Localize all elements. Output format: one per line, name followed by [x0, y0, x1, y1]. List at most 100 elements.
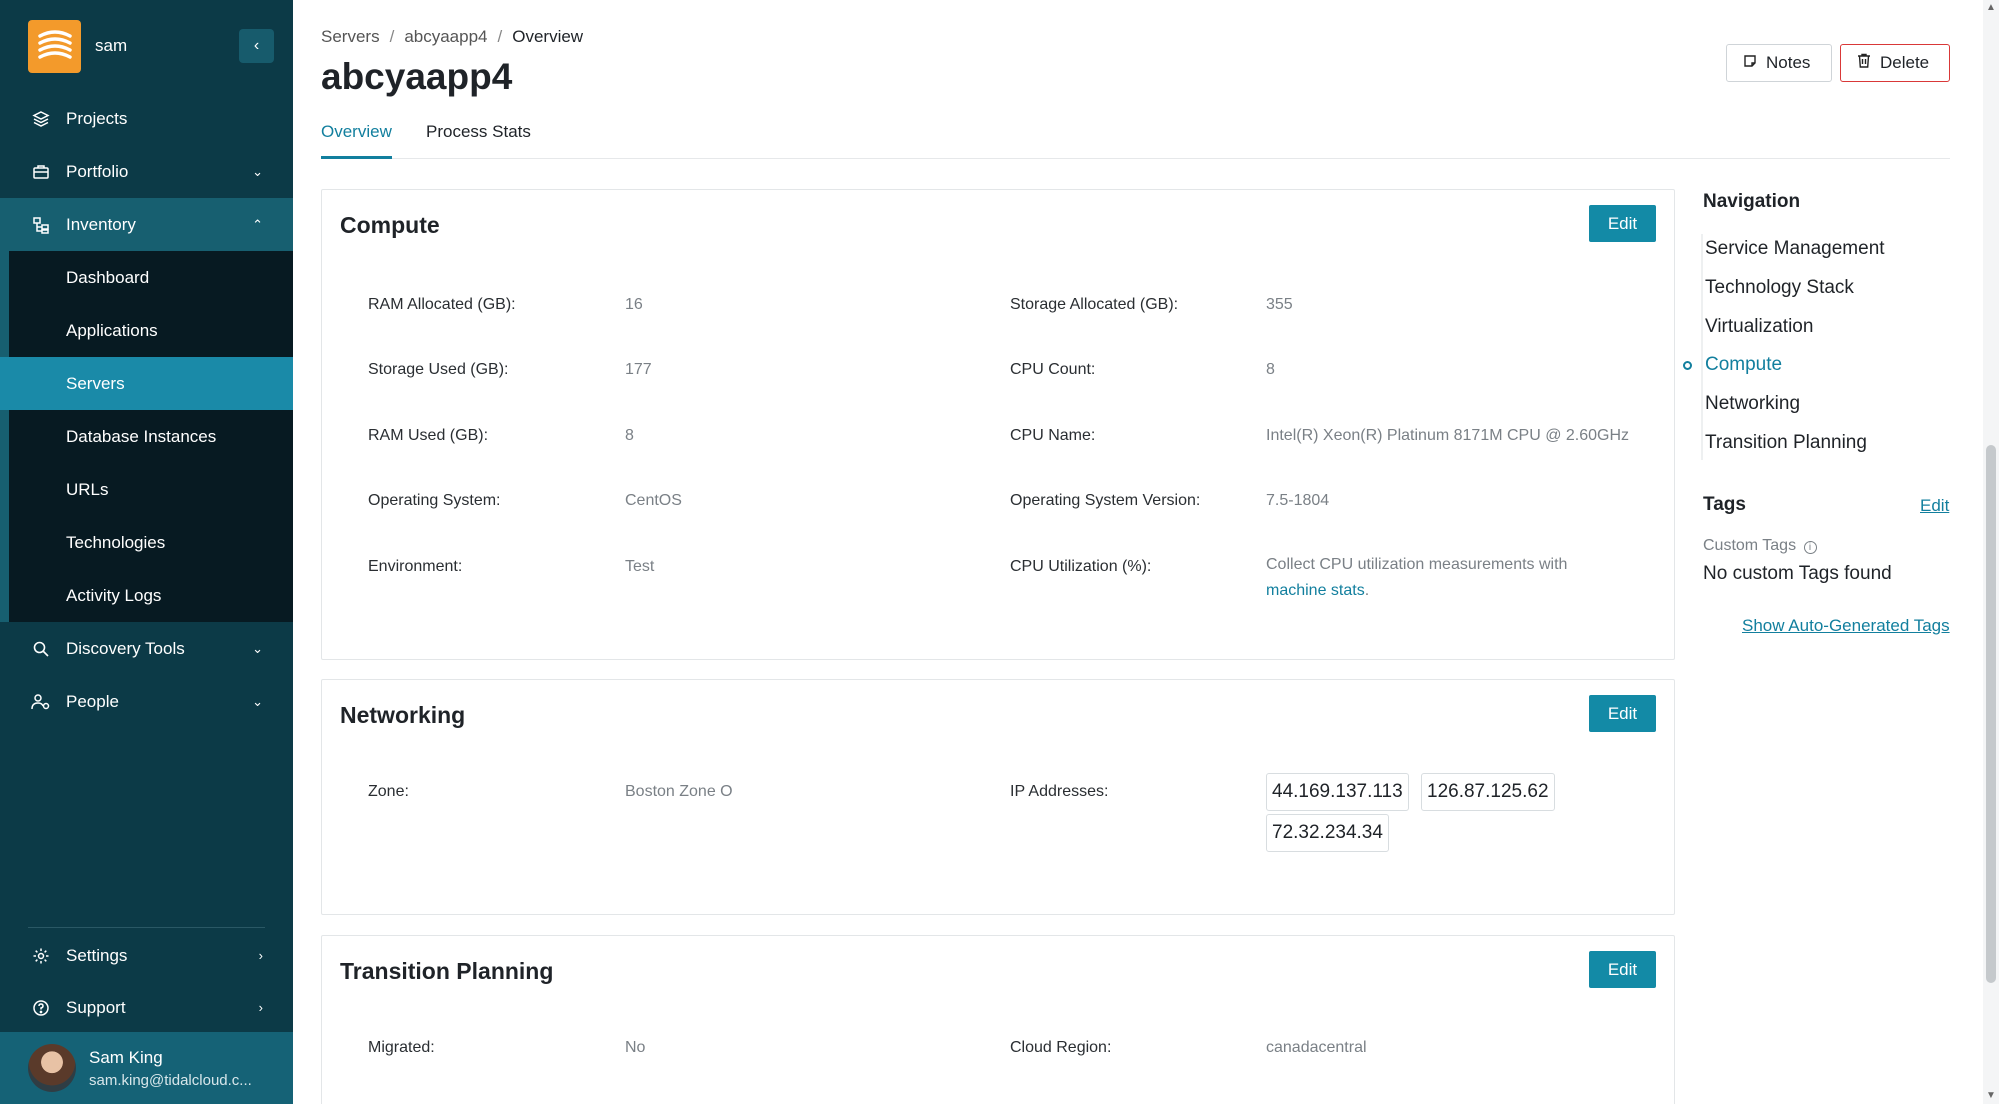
- sidebar-item-people[interactable]: People ⌄: [0, 675, 293, 728]
- field-label: Cloud Region:: [1010, 1039, 1112, 1056]
- org-name: sam: [95, 36, 128, 55]
- chevron-down-icon: ⌄: [252, 640, 263, 656]
- sidebar-item-label: Portfolio: [66, 161, 129, 181]
- main-content: Servers / abcyaapp4/Overview abcyaapp4 Not…: [293, 0, 1983, 1104]
- cloud-region-value: canadacentral: [1266, 1039, 1367, 1056]
- chevron-up-icon: ⌃: [252, 216, 263, 232]
- os-version-value: 7.5-1804: [1266, 492, 1330, 509]
- sidebar-header: sam ‹: [0, 0, 293, 92]
- gear-icon: [30, 947, 52, 965]
- layers-icon: [30, 110, 52, 128]
- scroll-down-icon[interactable]: ▼: [1983, 1088, 1999, 1104]
- field-label: Storage Allocated (GB):: [1010, 296, 1179, 313]
- delete-button[interactable]: Delete: [1840, 44, 1950, 82]
- sidebar-subitem-technologies[interactable]: Technologies: [9, 516, 293, 569]
- notes-label: Notes: [1766, 53, 1811, 72]
- sidebar-item-portfolio[interactable]: Portfolio ⌄: [0, 145, 293, 198]
- chevron-right-icon: ›: [258, 948, 263, 963]
- compute-card: Compute Edit RAM Allocated (GB): 16 Stor…: [321, 189, 1675, 660]
- page-scrollbar[interactable]: ▲ ▼: [1983, 0, 1999, 1104]
- scroll-up-icon[interactable]: ▲: [1983, 0, 1999, 16]
- sidebar-item-label: People: [66, 691, 119, 711]
- sidebar-item-settings[interactable]: Settings ›: [0, 929, 293, 982]
- sidebar-subitem-dashboard[interactable]: Dashboard: [9, 251, 293, 304]
- hierarchy-icon: [30, 216, 52, 234]
- org-logo[interactable]: [28, 19, 81, 73]
- navigation-title: Navigation: [1703, 191, 1801, 212]
- breadcrumb-current: Overview: [512, 27, 584, 46]
- custom-tags-text: Custom Tags: [1703, 537, 1797, 554]
- environment-value: Test: [625, 558, 655, 575]
- anchor-networking[interactable]: Networking: [1705, 393, 1800, 415]
- sidebar-subitem-database-instances[interactable]: Database Instances: [9, 410, 293, 463]
- ram-used-value: 8: [625, 427, 634, 444]
- sidebar-item-label: Support: [66, 997, 126, 1017]
- briefcase-icon: [30, 163, 52, 181]
- avatar: [28, 1044, 76, 1092]
- scroll-thumb[interactable]: [1986, 445, 1996, 983]
- help-circle-icon: [30, 999, 52, 1017]
- compute-edit-button[interactable]: Edit: [1589, 205, 1656, 242]
- tab-process-stats[interactable]: Process Stats: [426, 122, 531, 159]
- sidebar: sam ‹ Projects Portfolio ⌄ Inventory ⌃ D…: [0, 0, 293, 1104]
- field-label: Operating System Version:: [1010, 492, 1201, 509]
- field-label: RAM Used (GB):: [368, 427, 489, 444]
- ip-address-chip: 72.32.234.34: [1266, 814, 1389, 852]
- tab-overview[interactable]: Overview: [321, 122, 392, 159]
- field-label: CPU Count:: [1010, 361, 1096, 378]
- note-icon: [1743, 53, 1757, 73]
- logo-icon: [37, 30, 72, 59]
- sidebar-subitem-urls[interactable]: URLs: [9, 463, 293, 516]
- networking-edit-button[interactable]: Edit: [1589, 695, 1656, 732]
- sidebar-item-support[interactable]: Support ›: [0, 981, 293, 1034]
- page-title: abcyaapp4: [321, 56, 513, 97]
- transition-planning-card: Transition Planning Edit Migrated: No Cl…: [321, 935, 1675, 1104]
- sidebar-item-label: Settings: [66, 945, 128, 965]
- tags-edit-link[interactable]: Edit: [1920, 496, 1949, 516]
- sidebar-item-label: Discovery Tools: [66, 638, 185, 658]
- breadcrumb-server[interactable]: abcyaapp4: [404, 27, 487, 46]
- inventory-subnav: Dashboard Applications Servers Database …: [0, 251, 293, 622]
- navigation-rail: [1701, 234, 1703, 460]
- cpu-utilization-suffix: .: [1364, 582, 1370, 599]
- collapse-sidebar-button[interactable]: ‹: [239, 29, 274, 63]
- cpu-utilization-text: Collect CPU utilization measurements wit…: [1266, 556, 1568, 573]
- anchor-transition-planning[interactable]: Transition Planning: [1705, 432, 1867, 454]
- sidebar-item-inventory[interactable]: Inventory ⌃: [0, 198, 293, 251]
- field-label: Operating System:: [368, 492, 501, 509]
- sidebar-item-label: Projects: [66, 108, 128, 128]
- notes-button[interactable]: Notes: [1726, 44, 1832, 82]
- tags-title: Tags: [1703, 494, 1746, 515]
- sidebar-item-label: Inventory: [66, 214, 136, 234]
- user-email: sam.king@tidalcloud.c...: [89, 1071, 252, 1089]
- chevron-left-icon: ‹: [253, 37, 260, 54]
- sidebar-subitem-activity-logs[interactable]: Activity Logs: [9, 569, 293, 622]
- breadcrumb-servers[interactable]: Servers: [321, 27, 380, 46]
- anchor-virtualization[interactable]: Virtualization: [1705, 316, 1813, 338]
- anchor-technology-stack[interactable]: Technology Stack: [1705, 277, 1854, 299]
- anchor-service-management[interactable]: Service Management: [1705, 238, 1885, 260]
- field-label: RAM Allocated (GB):: [368, 296, 516, 313]
- sidebar-subitem-applications[interactable]: Applications: [9, 304, 293, 357]
- migrated-value: No: [625, 1039, 646, 1056]
- show-auto-generated-tags-link[interactable]: Show Auto-Generated Tags: [1742, 616, 1950, 636]
- field-label: CPU Utilization (%):: [1010, 558, 1152, 575]
- user-name: Sam King: [89, 1047, 163, 1067]
- sidebar-item-projects[interactable]: Projects: [0, 92, 293, 145]
- field-label: IP Addresses:: [1010, 783, 1109, 800]
- chevron-right-icon: ›: [258, 1000, 263, 1015]
- ip-address-chip: 44.169.137.113: [1266, 773, 1409, 811]
- anchor-compute[interactable]: Compute: [1705, 354, 1782, 376]
- cpu-count-value: 8: [1266, 361, 1275, 378]
- delete-label: Delete: [1880, 53, 1930, 72]
- machine-stats-link[interactable]: machine stats: [1266, 582, 1365, 599]
- trash-icon: [1857, 53, 1871, 73]
- ip-address-chip: 126.87.125.62: [1421, 773, 1555, 811]
- sidebar-item-discovery-tools[interactable]: Discovery Tools ⌄: [0, 622, 293, 675]
- sidebar-subitem-servers[interactable]: Servers: [0, 357, 293, 410]
- os-value: CentOS: [625, 492, 682, 509]
- search-icon: [30, 640, 52, 658]
- info-icon[interactable]: i: [1803, 541, 1817, 554]
- user-profile[interactable]: Sam King sam.king@tidalcloud.c...: [0, 1032, 293, 1104]
- transition-edit-button[interactable]: Edit: [1589, 951, 1656, 988]
